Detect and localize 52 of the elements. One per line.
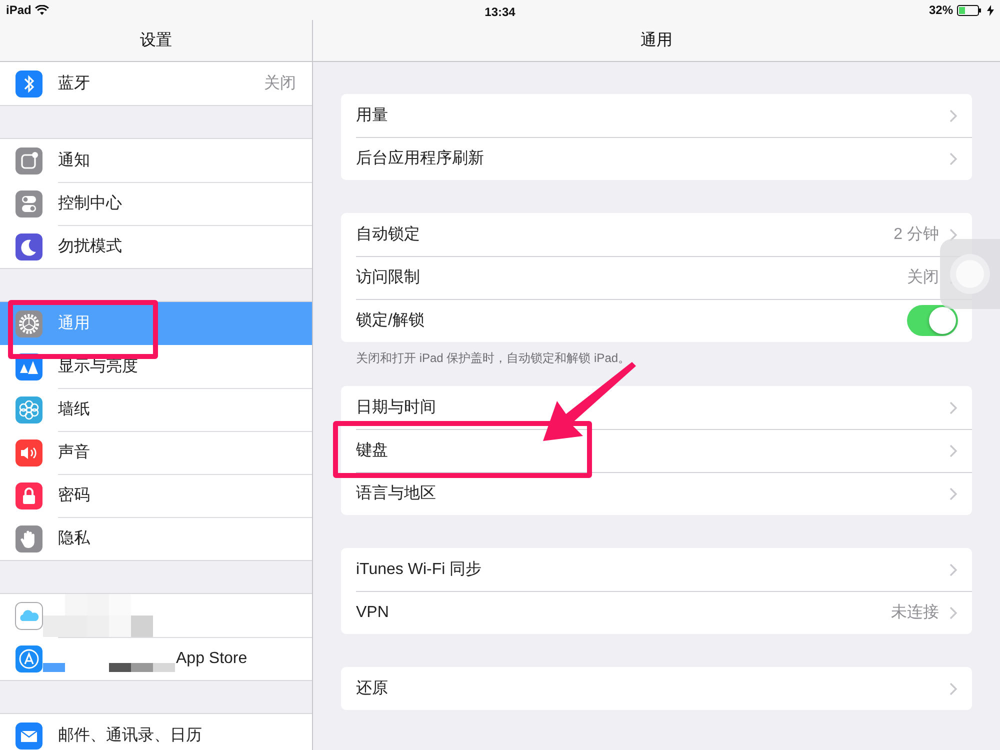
bluetooth-icon <box>15 70 43 98</box>
speaker-icon <box>15 438 43 466</box>
hand-icon <box>15 524 43 552</box>
footer-note: 关闭和打开 iPad 保护盖时，自动锁定和解锁 iPad。 <box>355 350 632 367</box>
settings-item[interactable]: 通知 <box>0 139 312 182</box>
chevron-icon <box>949 108 958 122</box>
settings-row[interactable]: 后台应用程序刷新 <box>341 137 972 180</box>
settings-item[interactable]: 墙纸 <box>0 388 312 431</box>
battery-icon <box>957 4 983 16</box>
notification-icon <box>15 146 43 174</box>
settings-row[interactable]: 日期与时间 <box>341 386 972 429</box>
device-name: iPad <box>6 2 32 19</box>
chevron-icon <box>949 606 958 620</box>
lock-icon <box>15 482 43 510</box>
clock-time: 13:34 <box>484 5 516 19</box>
cloud-icon <box>15 602 43 630</box>
gear-icon <box>15 310 43 338</box>
chevron-icon <box>949 152 958 166</box>
settings-row[interactable]: 用量 <box>341 94 972 137</box>
chevron-icon <box>949 486 958 500</box>
row-value: 未连接 <box>891 602 939 622</box>
settings-item[interactable]: 勿扰模式 <box>0 225 312 268</box>
row-value: 2 分钟 <box>894 224 939 244</box>
settings-item[interactable]: 密码 <box>0 474 312 517</box>
assistive-touch-menu[interactable] <box>940 239 1000 309</box>
settings-item[interactable]: 邮件、通讯录、日历 <box>0 714 312 750</box>
chevron-icon <box>949 228 958 242</box>
page-title: 通用 <box>640 30 672 50</box>
app-store-icon <box>15 644 43 672</box>
moon-icon <box>15 232 43 260</box>
settings-row[interactable]: 语言与地区 <box>341 472 972 515</box>
settings-row[interactable]: 还原 <box>341 667 972 710</box>
settings-item[interactable]: 蓝牙 关闭 <box>0 62 312 105</box>
row-value: 关闭 <box>907 268 939 288</box>
battery-percent: 32% <box>928 2 953 19</box>
chevron-icon <box>949 444 958 458</box>
chevron-icon <box>949 562 958 576</box>
toggle-switches-icon <box>15 190 43 218</box>
settings-row[interactable]: iTunes Wi-Fi 同步 <box>341 548 972 591</box>
settings-row[interactable]: 自动锁定 2 分钟 <box>341 213 972 256</box>
item-value: 关闭 <box>264 74 296 94</box>
wifi-icon <box>35 4 50 16</box>
settings-item[interactable]: 控制中心 <box>0 182 312 225</box>
settings-item[interactable]: 隐私 <box>0 517 312 560</box>
settings-item[interactable]: 声音 <box>0 431 312 474</box>
chevron-icon <box>949 682 958 696</box>
toggle-switch[interactable] <box>907 305 958 336</box>
settings-row[interactable]: VPN 未连接 <box>341 591 972 634</box>
charging-icon <box>987 4 994 16</box>
flower-icon <box>15 396 43 424</box>
sidebar-title: 设置 <box>140 30 172 50</box>
chevron-icon <box>949 400 958 414</box>
